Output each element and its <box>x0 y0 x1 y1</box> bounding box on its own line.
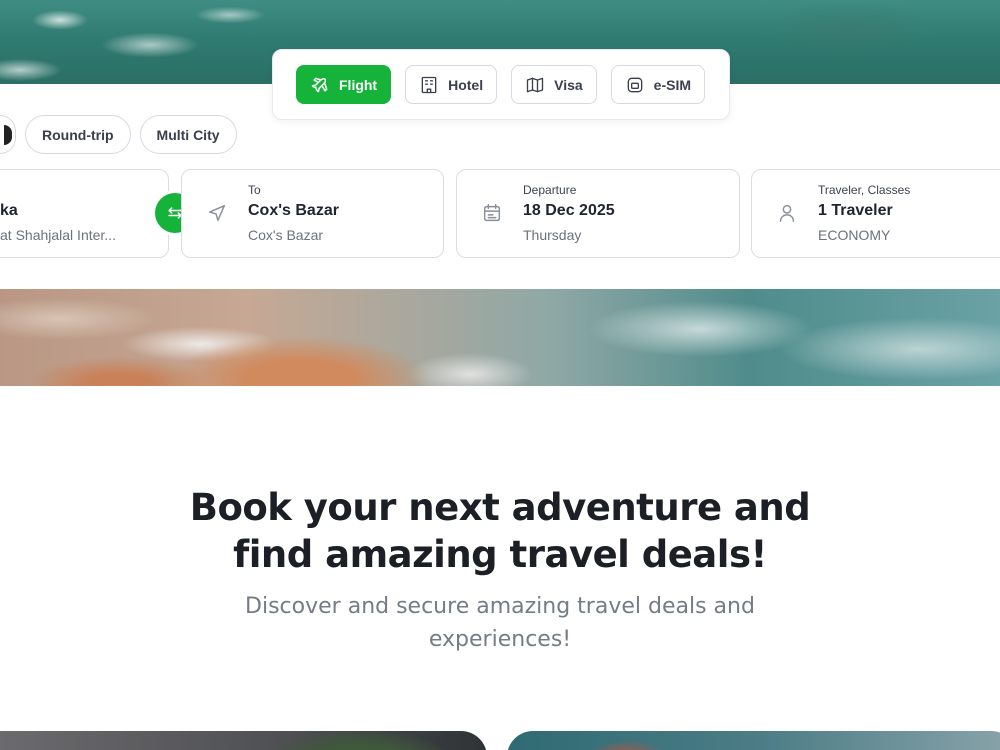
tab-hotel[interactable]: Hotel <box>405 65 498 104</box>
sim-card-icon <box>627 77 642 92</box>
tab-visa[interactable]: Visa <box>511 65 597 104</box>
trip-type-label: Multi City <box>156 126 220 143</box>
trip-type-selector: Round-trip Multi City <box>0 115 237 154</box>
beach-banner-image <box>0 289 1000 386</box>
from-field[interactable]: ka at Shahjalal Inter... <box>0 169 169 258</box>
calendar-icon <box>483 204 501 222</box>
tab-esim[interactable]: e-SIM <box>610 65 705 104</box>
departure-field[interactable]: Departure 18 Dec 2025 Thursday <box>456 169 740 258</box>
tab-flight-label: Flight <box>339 76 378 93</box>
to-airport: Cox's Bazar <box>248 227 324 243</box>
traveler-count: 1 Traveler <box>818 202 893 219</box>
deal-card-image[interactable] <box>507 731 1000 750</box>
traveler-field[interactable]: Traveler, Classes 1 Traveler ECONOMY <box>751 169 1000 258</box>
tab-hotel-label: Hotel <box>448 76 484 93</box>
map-book-icon <box>526 77 544 92</box>
radio-indicator <box>3 124 12 145</box>
tab-visa-label: Visa <box>554 76 583 93</box>
navigation-arrow-icon <box>208 204 226 222</box>
airplane-icon <box>311 77 328 92</box>
traveler-label: Traveler, Classes <box>818 183 911 197</box>
tab-flight[interactable]: Flight <box>296 65 392 104</box>
departure-date: 18 Dec 2025 <box>523 202 615 219</box>
hotel-icon <box>421 76 437 93</box>
page-subtitle-line: Discover and secure amazing travel deals… <box>245 594 755 619</box>
to-field[interactable]: To Cox's Bazar Cox's Bazar <box>181 169 444 258</box>
page-subtitle-line: experiences! <box>428 627 572 652</box>
trip-type-multi-city[interactable]: Multi City <box>139 115 237 154</box>
from-airport: at Shahjalal Inter... <box>0 227 116 243</box>
to-label: To <box>248 183 261 197</box>
deal-card-image[interactable] <box>0 731 487 750</box>
tab-esim-label: e-SIM <box>653 76 691 93</box>
page-title: Book your next adventure and find amazin… <box>0 484 1000 578</box>
to-city: Cox's Bazar <box>248 202 339 219</box>
page-subtitle: Discover and secure amazing travel deals… <box>200 590 800 656</box>
trip-type-one-way[interactable] <box>0 115 16 154</box>
page-title-line: Book your next adventure and <box>189 486 811 529</box>
user-icon <box>779 204 795 222</box>
service-tabs: Flight Hotel Visa e-SIM <box>272 49 730 120</box>
trip-type-label: Round-trip <box>42 126 114 143</box>
departure-weekday: Thursday <box>523 227 582 243</box>
from-city: ka <box>0 202 18 219</box>
trip-type-round-trip[interactable]: Round-trip <box>25 115 131 154</box>
travel-class: ECONOMY <box>818 227 891 243</box>
departure-label: Departure <box>523 183 577 197</box>
page-title-line: find amazing travel deals! <box>233 533 767 576</box>
